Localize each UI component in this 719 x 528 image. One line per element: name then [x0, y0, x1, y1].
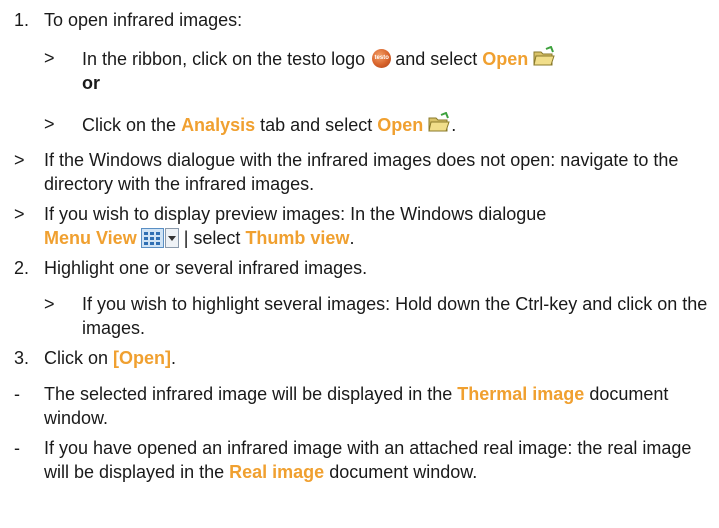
open-folder-icon: [428, 112, 450, 132]
result-dash: -: [14, 384, 20, 404]
bullet-arrow: >: [14, 204, 25, 224]
bullet-arrow: >: [44, 48, 55, 68]
step-1-text: To open infrared images:: [44, 10, 243, 30]
instruction-ribbon: In the ribbon, click on the testo logo t…: [82, 46, 711, 95]
open-keyword: Open: [482, 49, 529, 69]
result-thermal: The selected infrared image will be disp…: [44, 382, 711, 430]
step-3-text: Click on [Open].: [44, 348, 177, 368]
or-keyword: or: [82, 73, 100, 93]
instruction-text: Click on: [44, 348, 109, 368]
open-folder-icon: [533, 46, 555, 66]
instruction-preview: If you wish to display preview images: I…: [44, 204, 547, 248]
instruction-dialogue: If the Windows dialogue with the infrare…: [44, 150, 679, 194]
bullet-arrow: >: [14, 150, 25, 170]
instruction-highlight: If you wish to highlight several images:…: [82, 294, 708, 338]
open-button-keyword: [Open]: [113, 348, 172, 368]
result-dash: -: [14, 438, 20, 458]
testo-logo-icon: testo: [372, 49, 392, 68]
step-2-text: Highlight one or several infrared images…: [44, 258, 368, 278]
instruction-text: In the ribbon, click on the testo logo: [82, 49, 366, 69]
instruction-analysis: Click on the Analysis tab and select Ope…: [82, 112, 711, 137]
thermal-image-keyword: Thermal image: [457, 384, 585, 404]
open-keyword: Open: [377, 115, 424, 135]
instruction-text: Click on the: [82, 115, 177, 135]
menu-view-icon: [140, 228, 179, 248]
instruction-text: The selected infrared image will be disp…: [44, 384, 453, 404]
instruction-text: If you wish to display preview images: I…: [44, 204, 547, 224]
result-real: If you have opened an infrared image wit…: [44, 436, 711, 484]
bullet-arrow: >: [44, 294, 55, 314]
step-3-number: 3.: [14, 348, 30, 368]
instruction-text: tab and select: [260, 115, 373, 135]
instruction-text: | select: [183, 228, 241, 248]
analysis-keyword: Analysis: [181, 115, 256, 135]
real-image-keyword: Real image: [229, 462, 325, 482]
thumb-view-keyword: Thumb view: [245, 228, 350, 248]
bullet-arrow: >: [44, 114, 55, 134]
step-1-number: 1.: [14, 10, 30, 30]
instruction-text: document window.: [329, 462, 478, 482]
menu-view-keyword: Menu View: [44, 228, 137, 248]
instruction-text: and select: [395, 49, 478, 69]
step-2-number: 2.: [14, 258, 30, 278]
